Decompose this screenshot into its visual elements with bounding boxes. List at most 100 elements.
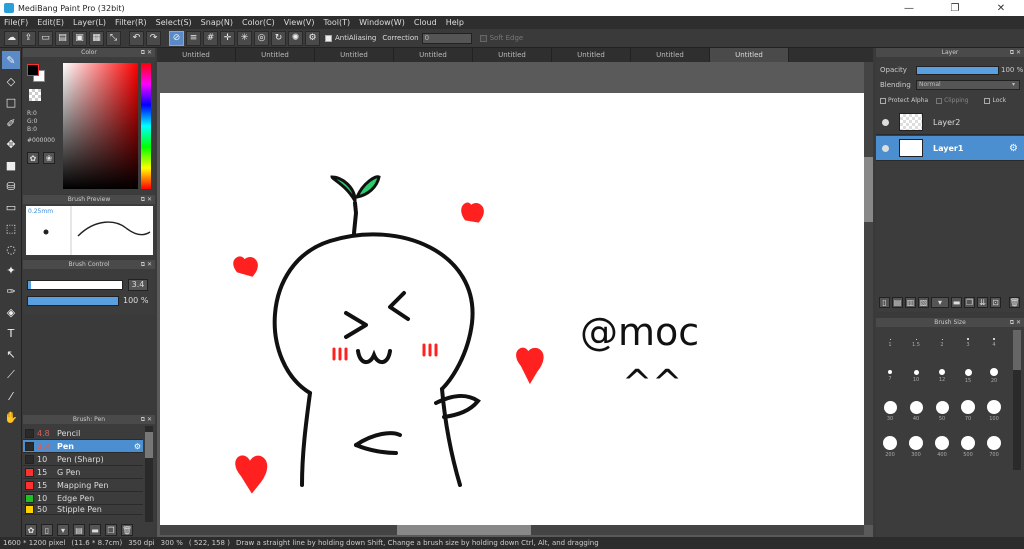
brush-size-option[interactable]: 30	[878, 396, 902, 428]
redo-icon[interactable]: ↷	[146, 30, 161, 46]
tab-untitled-4[interactable]: Untitled	[394, 48, 473, 62]
eye-icon[interactable]	[882, 118, 889, 126]
menu-layer[interactable]: Layer(L)	[73, 18, 106, 27]
eyedropper-icon[interactable]: ⁄	[2, 387, 20, 405]
brush-size-option[interactable]: 1.5	[904, 332, 928, 356]
tab-untitled-5[interactable]: Untitled	[473, 48, 552, 62]
snap-parallel-icon[interactable]: ≡	[186, 30, 201, 46]
select-pen-icon[interactable]: ✑	[2, 282, 20, 300]
brush-size-option[interactable]: 7	[878, 362, 902, 392]
snap-off-icon[interactable]: ⊘	[169, 30, 184, 46]
brush-size-option[interactable]: 3	[956, 332, 980, 356]
brush-size-option[interactable]: 500	[956, 432, 980, 464]
eye-icon[interactable]	[882, 144, 889, 152]
brush-size-slider[interactable]	[27, 280, 123, 290]
brush-settings-icon[interactable]: ⚙	[134, 442, 141, 451]
snap-settings-icon[interactable]: ⚙	[305, 30, 320, 46]
add-layer-menu-icon[interactable]: ▾	[931, 296, 949, 308]
menu-window[interactable]: Window(W)	[359, 18, 405, 27]
brush-size-option[interactable]: 100	[982, 396, 1006, 428]
brush-size-scrollbar[interactable]	[1013, 330, 1021, 470]
undo-icon[interactable]: ↶	[129, 30, 144, 46]
drawing-canvas[interactable]: @moc ^^	[160, 93, 864, 525]
soft-edge-checkbox[interactable]	[479, 34, 487, 42]
cloud-icon[interactable]: ☁	[4, 30, 19, 46]
brush-size-option[interactable]: 15	[956, 362, 980, 392]
tab-untitled-1[interactable]: Untitled	[157, 48, 236, 62]
menu-edit[interactable]: Edit(E)	[37, 18, 64, 27]
layer-folder-icon[interactable]: ▬	[951, 296, 962, 308]
layer-item-layer1[interactable]: Layer1 ⚙	[876, 136, 1024, 161]
menu-color[interactable]: Color(C)	[242, 18, 275, 27]
brush-item-pen-sharp[interactable]: 10 Pen (Sharp)	[23, 453, 143, 466]
brush-tool-icon[interactable]: ✎	[2, 51, 20, 69]
blending-dropdown-icon[interactable]: ▾	[1012, 81, 1015, 88]
color-wheel-icon[interactable]: ✿	[27, 152, 39, 164]
menu-snap[interactable]: Snap(N)	[201, 18, 233, 27]
brush-item-stipple-pen[interactable]: 50 Stipple Pen	[23, 505, 143, 515]
brush-size-option[interactable]: 10	[904, 362, 928, 392]
comic-panel-icon[interactable]: ▤	[55, 30, 70, 46]
brush-item-g-pen[interactable]: 15 G Pen	[23, 466, 143, 479]
brush-size-option[interactable]: 700	[982, 432, 1006, 464]
tab-untitled-2[interactable]: Untitled	[236, 48, 315, 62]
brush-item-pen[interactable]: 3.4 Pen ⚙	[23, 440, 143, 453]
brush-size-value[interactable]: 3.4	[128, 279, 148, 291]
magic-wand-icon[interactable]: ✦	[2, 261, 20, 279]
brush-list-scrollbar[interactable]	[145, 426, 153, 522]
menu-filter[interactable]: Filter(R)	[115, 18, 147, 27]
brush-size-option[interactable]: 4	[982, 332, 1006, 356]
layer-opacity-slider[interactable]	[916, 66, 999, 75]
brush-duplicate-icon[interactable]: ❐	[105, 524, 117, 536]
brush-item-mapping-pen[interactable]: 15 Mapping Pen	[23, 479, 143, 492]
hide-icon[interactable]: ▣	[72, 30, 87, 46]
lasso-icon[interactable]: ◌	[2, 240, 20, 258]
clipping-checkbox[interactable]	[936, 97, 943, 104]
foreground-color-swatch[interactable]	[27, 64, 39, 76]
comment-icon[interactable]: ▭	[38, 30, 53, 46]
transparent-swatch[interactable]	[29, 89, 41, 101]
transform-icon[interactable]: ⤡	[106, 30, 121, 46]
menu-file[interactable]: File(F)	[4, 18, 28, 27]
brush-size-option[interactable]: 2	[930, 332, 954, 356]
panel-controls-icon[interactable]: ⧉ ✕	[141, 260, 152, 269]
new-halftone-layer-icon[interactable]: ▤	[892, 296, 903, 308]
menu-select[interactable]: Select(S)	[156, 18, 192, 27]
lock-checkbox[interactable]	[984, 97, 991, 104]
saturation-value-picker[interactable]	[63, 63, 138, 189]
brush-item-pencil[interactable]: 4.8 Pencil	[23, 427, 143, 440]
snap-cross-icon[interactable]: ✛	[220, 30, 235, 46]
color-palette-icon[interactable]: ❀	[43, 152, 55, 164]
brush-size-option[interactable]: 20	[982, 362, 1006, 392]
new-8bit-layer-icon[interactable]: ▥	[905, 296, 916, 308]
brush-size-option[interactable]: 12	[930, 362, 954, 392]
upload-icon[interactable]: ⇪	[21, 30, 36, 46]
new-brush-icon[interactable]: ▯	[41, 524, 53, 536]
delete-brush-icon[interactable]: 🗑	[121, 524, 133, 536]
antialias-checkbox[interactable]	[325, 34, 332, 42]
eraser-tool-icon[interactable]: ◇	[2, 72, 20, 90]
tab-untitled-8[interactable]: Untitled	[710, 48, 789, 62]
snap-vanish-icon[interactable]: ✺	[288, 30, 303, 46]
menu-help[interactable]: Help	[446, 18, 464, 27]
close-icon[interactable]: ✕	[978, 0, 1024, 16]
gradient-tool-icon[interactable]: ▭	[2, 198, 20, 216]
brush-size-option[interactable]: 200	[878, 432, 902, 464]
layer-settings-icon[interactable]: ⚙	[1009, 143, 1018, 154]
panel-controls-icon[interactable]: ⧉ ✕	[141, 48, 152, 57]
duplicate-layer-icon[interactable]: ❐	[964, 296, 975, 308]
add-brush-icon[interactable]: ▾	[57, 524, 69, 536]
divide-tool-icon[interactable]: ⟋	[2, 366, 20, 384]
brush-size-option[interactable]: 400	[930, 432, 954, 464]
hue-slider[interactable]	[141, 63, 151, 189]
minimize-icon[interactable]: —	[886, 0, 932, 16]
snap-concentric-icon[interactable]: ◎	[254, 30, 269, 46]
menu-view[interactable]: View(V)	[284, 18, 315, 27]
new-1bit-layer-icon[interactable]: ▧	[918, 296, 929, 308]
select-eraser-icon[interactable]: ◈	[2, 303, 20, 321]
clear-layer-icon[interactable]: ⊡	[990, 296, 1001, 308]
panel-controls-icon[interactable]: ⧉ ✕	[141, 415, 152, 424]
brush-size-option[interactable]: 70	[956, 396, 980, 428]
rectangle-tool-icon[interactable]: □	[2, 93, 20, 111]
move-tool-icon[interactable]: ✥	[2, 135, 20, 153]
